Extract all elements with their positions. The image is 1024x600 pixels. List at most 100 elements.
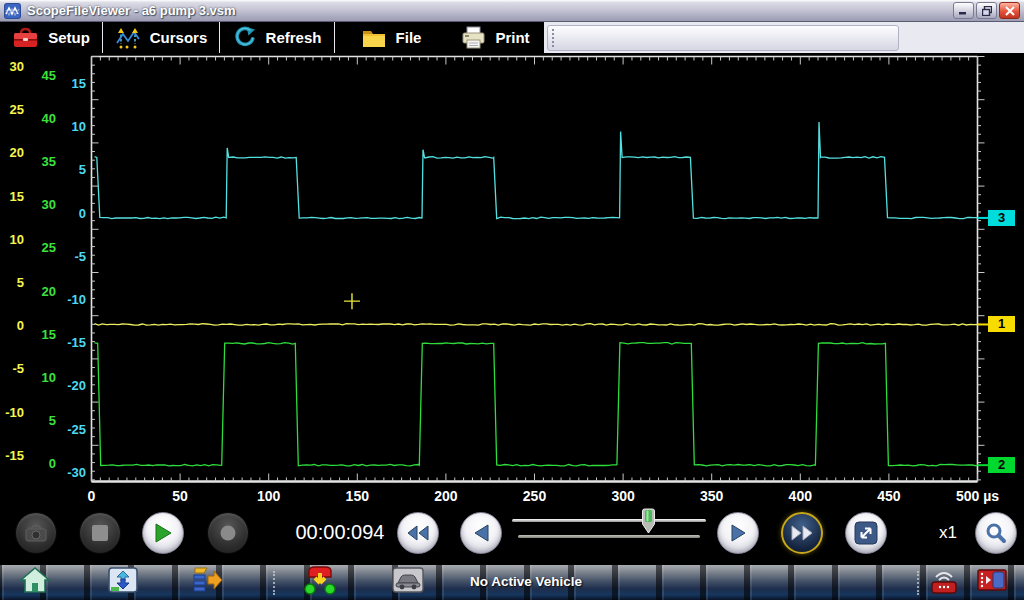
minimize-icon	[959, 6, 968, 15]
scope-display	[0, 53, 1024, 565]
recorder-icon[interactable]	[976, 566, 1008, 598]
cursors-button[interactable]: Cursors	[103, 22, 219, 53]
setup-label: Setup	[48, 29, 90, 47]
y-scale-label-ch1: 0	[0, 318, 24, 333]
y-scale-label-ch2: 45	[26, 68, 56, 83]
step-back-button[interactable]	[460, 512, 502, 554]
y-scale-label-ch3: 10	[56, 119, 86, 134]
channel-badge-3[interactable]: 3	[988, 210, 1015, 226]
taskbar-separator	[273, 571, 275, 595]
taskbar-separator	[917, 571, 919, 595]
folder-icon	[361, 27, 387, 49]
scale-icon	[854, 521, 878, 545]
file-button[interactable]: File	[335, 22, 447, 53]
printer-icon	[461, 26, 486, 49]
zoom-button[interactable]	[975, 512, 1017, 554]
close-icon	[1005, 6, 1015, 16]
window-title: ScopeFileViewer - a6 pump 3.vsm	[27, 3, 236, 18]
setup-button[interactable]: Setup	[0, 22, 102, 53]
title-bar: ScopeFileViewer - a6 pump 3.vsm	[0, 0, 1024, 22]
channel-badge-2[interactable]: 2	[988, 457, 1015, 473]
refresh-button[interactable]: Refresh	[220, 22, 334, 53]
magnifier-icon	[985, 522, 1007, 544]
wireless-device-icon[interactable]	[927, 565, 961, 599]
zoom-factor-label: x1	[930, 523, 966, 543]
y-scale-label-ch2: 0	[26, 456, 56, 471]
play-button[interactable]	[142, 512, 184, 554]
position-slider[interactable]	[510, 508, 710, 552]
toolbar-drag-bar	[547, 25, 899, 51]
minimize-button[interactable]	[953, 2, 974, 19]
scope-screen-icon[interactable]	[107, 566, 139, 598]
y-scale-label-ch3: -30	[56, 465, 86, 480]
y-scale-label-ch2: 15	[26, 327, 56, 342]
y-scale-label-ch3: -20	[56, 378, 86, 393]
slider-track[interactable]	[512, 519, 706, 522]
app-icon	[4, 3, 21, 19]
snapshot-button[interactable]	[15, 512, 57, 554]
y-scale-label-ch2: 5	[26, 413, 56, 428]
y-scale-label-ch1: -5	[0, 361, 24, 376]
y-scale-label-ch3: 15	[56, 76, 86, 91]
step-forward-icon	[731, 524, 746, 542]
slider-groove	[518, 535, 700, 538]
vehicle-icon[interactable]	[392, 567, 424, 597]
y-scale-label-ch3: -15	[56, 335, 86, 350]
rewind-icon	[407, 525, 429, 541]
cursors-icon	[115, 26, 141, 50]
camera-icon	[24, 523, 48, 543]
refresh-label: Refresh	[266, 29, 322, 47]
toolbar: Setup Cursors Refresh File	[0, 22, 1024, 53]
toolbar-grip[interactable]	[552, 29, 554, 47]
close-button[interactable]	[999, 2, 1020, 19]
y-scale-label-ch3: -5	[56, 249, 86, 264]
y-scale-label-ch3: 5	[56, 162, 86, 177]
y-scale-label-ch3: -25	[56, 422, 86, 437]
y-scale-label-ch1: 20	[0, 145, 24, 160]
y-scale-label-ch1: -15	[0, 448, 24, 463]
step-forward-button[interactable]	[717, 512, 759, 554]
home-icon[interactable]	[19, 566, 51, 598]
slider-thumb[interactable]	[641, 508, 656, 538]
vehicle-status-label: No Active Vehicle	[470, 574, 582, 589]
y-scale-label-ch2: 40	[26, 111, 56, 126]
print-label: Print	[495, 29, 529, 47]
scale-button[interactable]	[845, 512, 887, 554]
record-icon	[220, 525, 236, 541]
play-icon	[154, 523, 172, 543]
data-list-icon[interactable]	[191, 566, 223, 598]
stop-button[interactable]	[79, 512, 121, 554]
y-scale-label-ch2: 30	[26, 197, 56, 212]
toolbox-icon	[12, 26, 39, 50]
fast-forward-icon	[791, 525, 813, 541]
fast-forward-button[interactable]	[781, 512, 823, 554]
time-display: 00:00:094	[292, 521, 388, 544]
y-scale-label-ch1: 30	[0, 59, 24, 74]
channel-badge-1[interactable]: 1	[988, 316, 1015, 332]
vehicle-connect-icon[interactable]	[303, 565, 337, 599]
refresh-icon	[233, 26, 257, 50]
toolbar-empty-area	[544, 22, 1024, 53]
cursors-label: Cursors	[150, 29, 208, 47]
y-scale-label-ch1: 15	[0, 189, 24, 204]
taskbar: No Active Vehicle	[0, 565, 1024, 600]
y-scale-label-ch2: 10	[26, 370, 56, 385]
y-scale-label-ch3: -10	[56, 292, 86, 307]
playback-bar: 00:00:094 x1	[0, 500, 1024, 565]
file-label: File	[396, 29, 422, 47]
stop-icon	[92, 525, 108, 541]
y-scale-label-ch3: 0	[56, 206, 86, 221]
y-scale-label-ch1: 25	[0, 102, 24, 117]
record-button[interactable]	[207, 512, 249, 554]
restore-button[interactable]	[976, 2, 997, 19]
y-scale-label-ch2: 20	[26, 284, 56, 299]
restore-icon	[982, 6, 992, 16]
step-back-icon	[474, 524, 489, 542]
rewind-button[interactable]	[397, 512, 439, 554]
y-scale-label-ch2: 25	[26, 240, 56, 255]
y-scale-label-ch1: 10	[0, 232, 24, 247]
print-button[interactable]: Print	[447, 22, 544, 53]
y-scale-label-ch1: -10	[0, 405, 24, 420]
y-scale-label-ch2: 35	[26, 154, 56, 169]
y-scale-label-ch1: 5	[0, 275, 24, 290]
